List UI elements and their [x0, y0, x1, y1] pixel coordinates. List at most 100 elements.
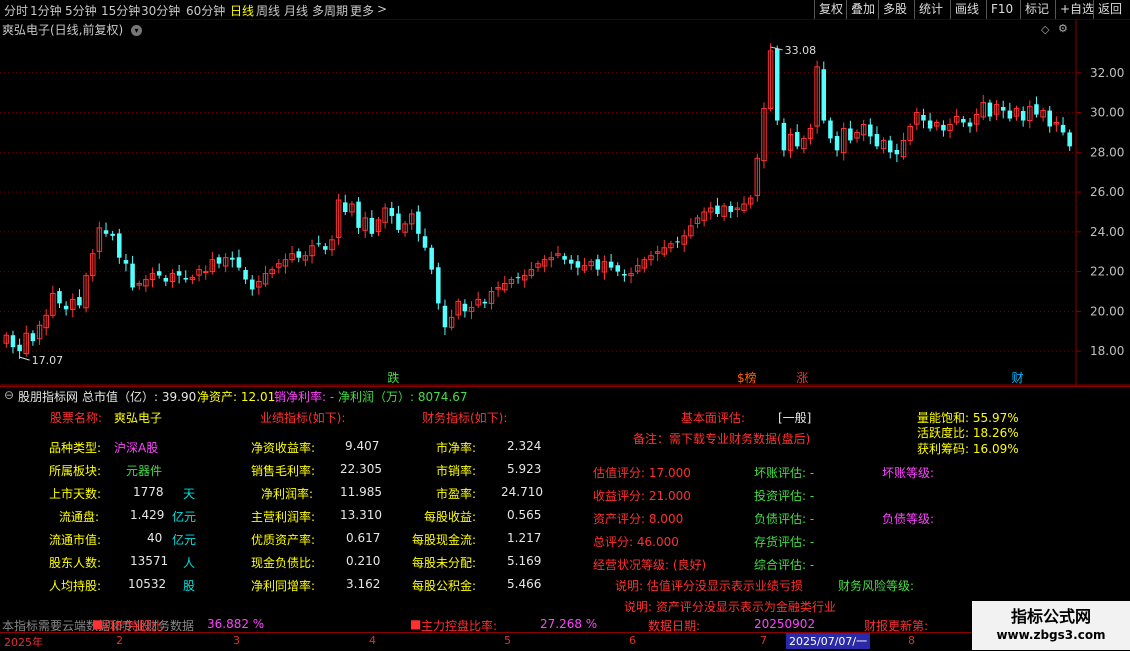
candle-body-down: [967, 122, 973, 127]
tab-multi-period[interactable]: 多周期: [312, 2, 348, 19]
tab-weekly[interactable]: 周线: [256, 2, 280, 19]
candle-body-down: [422, 236, 428, 248]
diamond-icon[interactable]: ◇: [1041, 23, 1049, 36]
perf-label: 净资收益率:: [251, 441, 316, 455]
eval-label: 存货评估: -: [754, 535, 815, 549]
candle-body-down: [436, 267, 441, 304]
candle-body-down: [715, 205, 720, 214]
fin-label: 每股收益:: [424, 510, 477, 524]
date-tick: 8: [908, 634, 915, 647]
fin-value: 5.466: [507, 577, 542, 591]
indicator-panel: ⊖ 股朋指标网 总市值（亿）: 39.90 净资产: 12.01 销净利率: -…: [0, 386, 1130, 633]
tab-5min[interactable]: 5分钟: [65, 2, 97, 19]
net-assets: 净资产: 12.01: [197, 390, 276, 404]
candle-body-down: [117, 233, 122, 258]
perf-title: 业绩指标(如下):: [260, 411, 346, 425]
score-label: 总评分: 46.000: [593, 535, 679, 549]
fin-value: 24.710: [501, 485, 543, 499]
stock-name-value: 爽弘电子: [114, 411, 163, 425]
candle-body-down: [1060, 124, 1066, 133]
left-value: 10532: [128, 577, 167, 591]
fin-value: 1.217: [507, 531, 542, 545]
y-tick-label: 28.00: [1090, 145, 1124, 159]
stats-button[interactable]: 统计: [914, 0, 947, 19]
candle-body-up: [202, 271, 209, 274]
left-unit: 亿元: [172, 533, 197, 547]
candle-body-down: [1000, 107, 1006, 111]
draw-button[interactable]: 画线: [950, 0, 983, 19]
perf-value: 3.162: [346, 577, 381, 591]
fin-label: 每股未分配:: [412, 556, 477, 570]
left-label: 人均持股:: [49, 579, 102, 593]
low-pointer: [19, 356, 30, 361]
tab-monthly[interactable]: 月线: [284, 2, 308, 19]
fin-value: 5.169: [507, 554, 542, 568]
y-tick-label: 30.00: [1090, 106, 1124, 120]
date-tick: 6: [629, 634, 636, 647]
net-profit: 净利润（万）: 8074.67: [338, 390, 468, 404]
chevron-right-icon[interactable]: >: [377, 2, 387, 16]
financial-risk-level: 财务风险等级:: [838, 579, 915, 593]
tab-intraday[interactable]: 分时: [4, 2, 28, 19]
left-label: 品种类型:: [49, 441, 102, 455]
chevron-down-icon[interactable]: ▾: [131, 25, 143, 36]
candle-body-down: [961, 118, 966, 123]
candle-body-down: [848, 128, 853, 141]
event-marker: $榜: [737, 370, 757, 385]
fin-label: 市销率:: [436, 464, 477, 478]
candle-body-down: [1034, 104, 1039, 115]
candle-body-down: [343, 202, 348, 212]
left-label: 流通市值:: [49, 533, 102, 547]
indicator-name[interactable]: 股朋指标网: [18, 388, 78, 405]
date-tick: 4: [369, 634, 376, 647]
candle-body-down: [774, 48, 780, 121]
candle-body-down: [868, 124, 873, 137]
collapse-icon[interactable]: ⊖: [4, 388, 14, 402]
perf-label: 现金负债比:: [251, 556, 316, 570]
perf-value: 0.210: [346, 554, 381, 568]
left-value: 沪深A股: [114, 441, 159, 455]
tab-15min[interactable]: 15分钟: [101, 2, 140, 19]
perf-value: 9.407: [345, 439, 380, 453]
left-label: 流通盘:: [59, 510, 100, 524]
left-label: 股东人数:: [49, 556, 102, 570]
multi-stock-button[interactable]: 多股: [878, 0, 911, 19]
tab-more[interactable]: 更多: [350, 2, 374, 19]
add-watchlist-button[interactable]: +自选: [1055, 0, 1098, 19]
site-watermark: 指标公式网 www.zbgs3.com: [972, 601, 1130, 650]
candle-body-down: [794, 132, 800, 147]
candle-body-down: [110, 233, 115, 236]
overlay-button[interactable]: 叠加: [846, 0, 879, 19]
candle-body-down: [57, 291, 62, 304]
fin-title: 财务指标(如下):: [422, 411, 508, 425]
candle-body-down: [781, 122, 787, 151]
score-label: 经营状况等级: (良好): [593, 558, 707, 572]
eval-label: 坏账评估: -: [754, 466, 815, 480]
fin-label: 市净率:: [436, 441, 477, 455]
candlestick-chart[interactable]: 32.00 30.00 28.00 26.00 24.00 22.00 20.00 18.00…: [0, 19, 1130, 386]
stock-name-label: 股票名称:: [50, 411, 103, 425]
tab-30min[interactable]: 30分钟: [141, 2, 180, 19]
fin-value: 5.923: [507, 462, 542, 476]
mark-button[interactable]: 标记: [1020, 0, 1053, 19]
main-control-value: 27.268 %: [540, 617, 598, 631]
candle-body-down: [828, 120, 833, 139]
back-button[interactable]: 返回: [1093, 0, 1126, 19]
y-tick-label: 22.00: [1090, 265, 1124, 279]
settings-gear-icon[interactable]: ⚙: [1058, 22, 1068, 35]
candle-body-down: [176, 271, 182, 276]
f10-button[interactable]: F10: [986, 0, 1017, 19]
eval-label: 投资评估: -: [754, 489, 815, 503]
candle-body-down: [183, 277, 189, 280]
candle-body-down: [1067, 132, 1072, 147]
candle-body-down: [482, 301, 488, 304]
adjust-button[interactable]: 复权: [814, 0, 847, 19]
candle-body-down: [389, 207, 395, 216]
explain-1: 说明: 估值评分没显示表示业绩亏损: [615, 579, 803, 593]
fundamental-value: [一般]: [778, 411, 812, 425]
tab-1min[interactable]: 1分钟: [30, 2, 62, 19]
tab-60min[interactable]: 60分钟: [186, 2, 225, 19]
score-label: 资产评分: 8.000: [593, 512, 684, 526]
tab-daily[interactable]: 日线: [230, 2, 254, 19]
watermark-url: www.zbgs3.com: [996, 628, 1106, 642]
